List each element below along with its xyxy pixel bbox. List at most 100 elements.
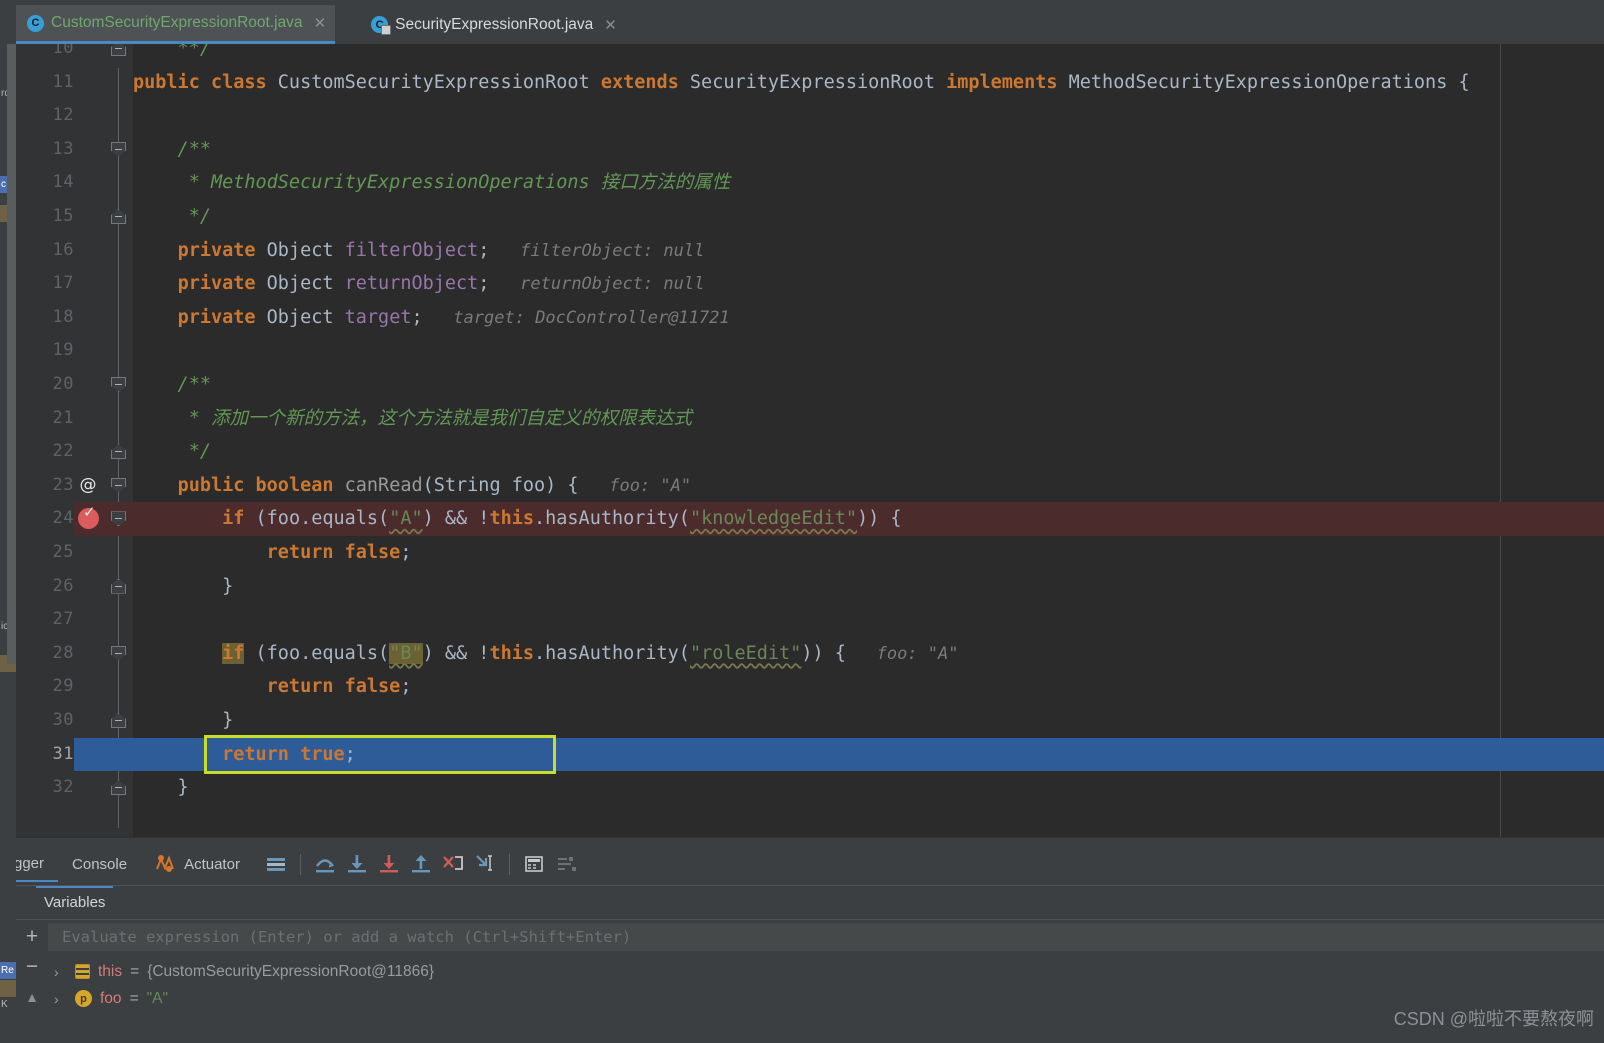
code-line[interactable]: 12 (16, 99, 1604, 133)
run-to-cursor-icon[interactable] (469, 849, 501, 879)
line-number: 23 (52, 474, 74, 495)
toolbar-separator (299, 853, 301, 875)
parameter-icon: p (75, 990, 92, 1007)
evaluate-expression-icon[interactable] (518, 849, 550, 879)
remove-watch-button[interactable]: − (16, 952, 48, 982)
code-text: return false; (266, 676, 412, 698)
evaluate-expression-field[interactable]: Evaluate expression (Enter) or add a wat… (48, 923, 1604, 951)
step-into-icon[interactable] (341, 849, 373, 879)
close-icon[interactable]: ✕ (604, 16, 617, 34)
code-line[interactable]: 16 private Object filterObject; filterOb… (16, 234, 1604, 268)
code-line[interactable]: 25 return false; (16, 536, 1604, 570)
code-text: if (foo.equals("A") && !this.hasAuthorit… (222, 508, 902, 530)
code-line[interactable]: 27 (16, 603, 1604, 637)
code-line[interactable]: 24 if (foo.equals("A") && !this.hasAutho… (16, 502, 1604, 536)
code-text: /** (133, 138, 211, 160)
step-over-icon[interactable] (309, 849, 341, 879)
line-number: 26 (52, 575, 74, 596)
editor-tab-2[interactable]: C SecurityExpressionRoot.java ✕ (360, 5, 626, 44)
variable-row[interactable]: › this = {CustomSecurityExpressionRoot@1186… (54, 958, 1454, 985)
scroll-up-button[interactable]: ▲ (16, 982, 48, 1012)
code-text: /** (133, 374, 211, 395)
line-number: 31 (52, 743, 74, 764)
code-line[interactable]: 30 } (16, 704, 1604, 738)
show-execution-point-icon[interactable] (260, 849, 292, 879)
line-number: 25 (52, 542, 74, 562)
settings-icon[interactable] (550, 849, 582, 879)
code-text: } (133, 575, 234, 597)
code-line[interactable]: 18 private Object target; target: DocCon… (16, 301, 1604, 335)
line-number: 11 (52, 71, 74, 92)
code-text: */ (133, 206, 211, 227)
actuator-icon (155, 855, 177, 873)
code-line[interactable]: 26 } (16, 570, 1604, 604)
variable-value: "A" (146, 989, 168, 1007)
tool-window-stripe-item[interactable] (0, 980, 16, 997)
code-text: **/ (133, 44, 211, 59)
panel-divider (0, 837, 1604, 838)
code-text: * MethodSecurityExpressionOperations 接口方… (133, 172, 731, 194)
annotation-gutter-icon[interactable]: @ (78, 475, 98, 495)
code-line[interactable]: 21 * 添加一个新的方法，这个方法就是我们自定义的权限表达式 (16, 402, 1604, 436)
code-line[interactable]: 14 * MethodSecurityExpressionOperations … (16, 166, 1604, 200)
code-line[interactable]: 19 (16, 334, 1604, 368)
code-line[interactable]: 17 private Object returnObject; returnOb… (16, 267, 1604, 301)
code-text: */ (133, 441, 211, 463)
force-step-into-icon[interactable] (373, 849, 405, 879)
code-text: } (133, 777, 189, 799)
variables-sidebar: + − ▲ (16, 920, 48, 1043)
close-icon[interactable]: ✕ (314, 14, 327, 32)
debug-tab-console[interactable]: Console (58, 846, 141, 882)
csdn-watermark: CSDN @啦啦不要熬夜啊 (1393, 1009, 1594, 1029)
line-number: 21 (52, 407, 74, 428)
line-number: 20 (52, 374, 74, 394)
code-line[interactable]: 28 if (foo.equals("B") && !this.hasAutho… (16, 637, 1604, 671)
tab-variables[interactable]: Variables (36, 886, 114, 920)
line-number: 19 (52, 340, 74, 361)
editor-tab-label: SecurityExpressionRoot.java (395, 15, 594, 33)
code-fold-icon[interactable] (111, 44, 126, 56)
debug-tab-actuator[interactable]: Actuator (141, 846, 254, 882)
debug-tool-window: gger Console Actuator Variables + − ▲ Ev… (0, 837, 1604, 1043)
add-watch-button[interactable]: + (16, 922, 48, 952)
code-text: return true; (222, 743, 356, 765)
line-number: 29 (52, 676, 74, 697)
toolbar-separator-2 (508, 853, 510, 875)
line-number: 22 (52, 441, 74, 462)
tool-window-stripe-item[interactable]: K (0, 996, 16, 1013)
line-number: 10 (52, 44, 74, 58)
editor-tab-label: CustomSecurityExpressionRoot.java (51, 14, 303, 31)
variable-equals: = (129, 989, 139, 1007)
code-line[interactable]: 32 } (16, 771, 1604, 805)
code-editor[interactable]: 10 **/ 11 public class CustomSecurityExpre… (16, 44, 1604, 837)
code-line[interactable]: 11 public class CustomSecurityExpressionR… (16, 66, 1604, 100)
line-number: 16 (52, 239, 74, 260)
expand-chevron-icon[interactable]: › (54, 991, 67, 1007)
debug-toolbar: gger Console Actuator (0, 846, 1604, 882)
project-pane-scrollbar[interactable] (7, 44, 16, 664)
code-text: public boolean canRead(String foo) { foo… (177, 474, 692, 496)
editor-tab-1[interactable]: C CustomSecurityExpressionRoot.java ✕ (16, 5, 336, 44)
code-line[interactable]: 15 */ (16, 200, 1604, 234)
object-icon (75, 964, 90, 979)
code-line[interactable]: 20 /** (16, 368, 1604, 402)
line-number: 15 (52, 206, 74, 226)
line-number: 18 (52, 306, 74, 327)
step-out-icon[interactable] (405, 849, 437, 879)
variables-tab-bar: Variables (16, 885, 1604, 919)
expand-chevron-icon[interactable]: › (54, 964, 67, 980)
code-line[interactable]: 10 **/ (16, 44, 1604, 66)
code-line[interactable]: 23 public boolean canRead(String foo) { … (16, 469, 1604, 503)
code-text: private Object target; target: DocContro… (177, 306, 730, 328)
code-line[interactable]: 22 */ (16, 435, 1604, 469)
code-text: private Object filterObject; filterObjec… (177, 239, 705, 261)
line-number: 24 (52, 508, 74, 529)
code-line[interactable]: 29 return false; (16, 670, 1604, 704)
code-line[interactable]: 13 /** (16, 133, 1604, 167)
variable-equals: = (130, 962, 140, 980)
debug-tab-actuator-label: Actuator (184, 855, 240, 873)
variable-row[interactable]: › p foo = "A" (54, 985, 1454, 1012)
tool-window-stripe-item[interactable]: Re (0, 962, 16, 979)
code-line[interactable]: 31 return true; (16, 738, 1604, 772)
drop-frame-icon[interactable] (437, 849, 469, 879)
